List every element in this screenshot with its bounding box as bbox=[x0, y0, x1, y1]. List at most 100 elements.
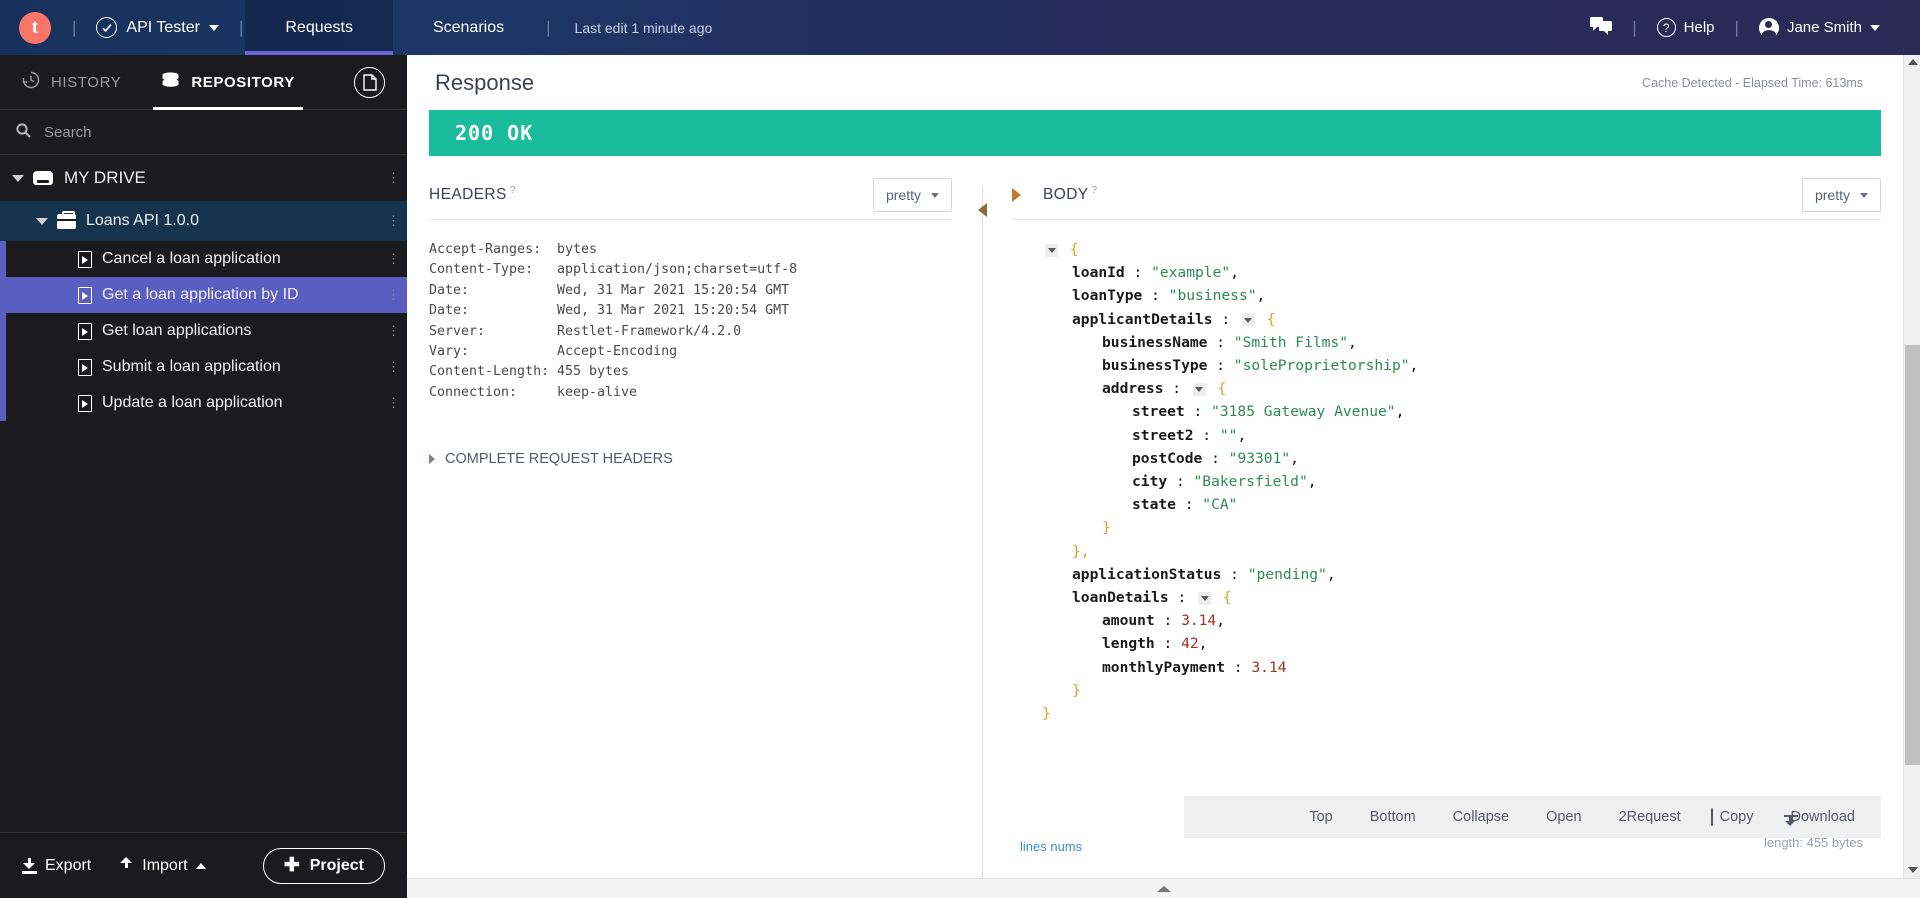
body-toolbar-download-button[interactable]: Download bbox=[1783, 809, 1856, 825]
kebab-menu-icon[interactable]: ⋮ bbox=[387, 324, 400, 337]
tab-requests[interactable]: Requests bbox=[245, 0, 393, 55]
json-token-plain: , bbox=[1230, 264, 1239, 282]
json-collapse-toggle[interactable] bbox=[1045, 243, 1058, 257]
tree-item-label: Get loan applications bbox=[102, 322, 252, 339]
body-toolbar-bottom-button[interactable]: Bottom bbox=[1363, 809, 1416, 825]
scrollbar-thumb[interactable] bbox=[1905, 345, 1920, 765]
lines-nums-toggle[interactable]: lines nums bbox=[1020, 839, 1082, 854]
chevron-down-icon bbox=[1870, 24, 1880, 31]
user-name: Jane Smith bbox=[1786, 19, 1862, 36]
document-icon[interactable] bbox=[354, 67, 385, 98]
kebab-menu-icon[interactable]: ⋮ bbox=[387, 288, 400, 301]
chevron-up-icon[interactable] bbox=[1156, 885, 1171, 892]
import-button[interactable]: Import bbox=[119, 857, 206, 875]
chevron-down-icon bbox=[208, 24, 219, 31]
caret-down-icon[interactable] bbox=[12, 174, 24, 182]
export-button[interactable]: Export bbox=[22, 857, 91, 875]
bottom-strip[interactable] bbox=[407, 878, 1920, 898]
help-button[interactable]: ? Help bbox=[1639, 18, 1733, 37]
collapse-left-icon[interactable] bbox=[977, 203, 987, 217]
app-logo[interactable]: t bbox=[0, 11, 70, 44]
json-token-key: loanDetails bbox=[1072, 589, 1169, 607]
tree-node-project[interactable]: Loans API 1.0.0 ⋮ bbox=[0, 201, 407, 241]
json-line: city : "Bakersfield", bbox=[1012, 470, 1881, 493]
json-line: applicationStatus : "pending", bbox=[1012, 563, 1881, 586]
body-format-select[interactable]: pretty bbox=[1801, 178, 1881, 212]
sidebar-tab-repository[interactable]: REPOSITORY bbox=[153, 55, 303, 110]
chat-bubbles-icon bbox=[1590, 16, 1613, 39]
new-project-button[interactable]: ✚ Project bbox=[262, 847, 385, 884]
panel-collapse-controls bbox=[952, 178, 1012, 898]
user-menu[interactable]: Jane Smith bbox=[1741, 17, 1898, 38]
body-toolbar-open-button[interactable]: Open bbox=[1539, 809, 1581, 825]
kebab-menu-icon[interactable]: ⋮ bbox=[387, 396, 400, 409]
json-line: length : 42, bbox=[1012, 632, 1881, 655]
json-token-brace: }, bbox=[1072, 542, 1090, 560]
complete-request-headers-label: COMPLETE REQUEST HEADERS bbox=[445, 451, 673, 468]
product-selector[interactable]: API Tester bbox=[78, 17, 237, 38]
sidebar: HISTORY REPOSITORY Search MY DRIVE ⋮ Loa… bbox=[0, 55, 407, 898]
body-toolbar-label: Download bbox=[1790, 809, 1856, 825]
json-token-plain: , bbox=[1237, 426, 1247, 444]
kebab-menu-icon[interactable]: ⋮ bbox=[387, 171, 400, 184]
json-collapse-toggle[interactable] bbox=[1241, 313, 1255, 327]
body-toolbar-top-button[interactable]: Top bbox=[1302, 809, 1332, 825]
json-collapse-toggle[interactable] bbox=[1192, 382, 1206, 396]
header-value: 455 bytes bbox=[557, 364, 630, 380]
status-banner: 200 OK bbox=[429, 110, 1881, 156]
body-toolbar-label: Copy bbox=[1719, 809, 1754, 825]
panel-divider-line bbox=[982, 186, 983, 898]
json-token-key: address bbox=[1102, 380, 1164, 398]
chat-button[interactable] bbox=[1572, 16, 1630, 39]
headers-panel-title: HEADERS? bbox=[429, 178, 516, 204]
sidebar-tab-history[interactable]: HISTORY bbox=[0, 55, 121, 110]
header-row: Content-Type: application/json;charset=ut… bbox=[429, 260, 952, 280]
body-toolbar-2request-button[interactable]: 2Request bbox=[1612, 809, 1681, 825]
help-circle-icon[interactable]: ? bbox=[510, 185, 516, 196]
complete-request-headers-toggle[interactable]: COMPLETE REQUEST HEADERS bbox=[429, 451, 952, 467]
help-circle-icon[interactable]: ? bbox=[1092, 185, 1098, 196]
body-toolbar-copy-button[interactable]: Copy bbox=[1710, 808, 1754, 826]
body-label: BODY bbox=[1043, 186, 1089, 204]
tree-node-my-drive[interactable]: MY DRIVE ⋮ bbox=[0, 155, 407, 201]
json-line: } bbox=[1012, 679, 1881, 702]
tree-item-get-a-loan-application-by-id[interactable]: Get a loan application by ID ⋮ bbox=[0, 277, 407, 313]
header-row: Date: Wed, 31 Mar 2021 15:20:54 GMT bbox=[429, 301, 952, 321]
json-token-key: length bbox=[1102, 635, 1155, 653]
json-viewer[interactable]: {loanId : "example", loanType : "business… bbox=[1012, 238, 1881, 725]
tab-scenarios[interactable]: Scenarios bbox=[393, 0, 544, 55]
tree-accent-bar bbox=[0, 313, 6, 349]
vertical-scrollbar[interactable] bbox=[1903, 55, 1920, 898]
tree-item-submit-a-loan-application[interactable]: Submit a loan application ⋮ bbox=[0, 349, 407, 385]
headers-format-select[interactable]: pretty bbox=[872, 178, 952, 212]
body-toolbar-collapse-button[interactable]: Collapse bbox=[1446, 809, 1509, 825]
kebab-menu-icon[interactable]: ⋮ bbox=[387, 360, 400, 373]
json-line: street : "3185 Gateway Avenue", bbox=[1012, 400, 1881, 423]
json-token-plain: , bbox=[1290, 449, 1299, 467]
tree-item-update-a-loan-application[interactable]: Update a loan application ⋮ bbox=[0, 385, 407, 421]
last-edit-status: Last edit 1 minute ago bbox=[574, 19, 713, 36]
header-key: Content-Length: bbox=[429, 364, 550, 380]
divider: | bbox=[1632, 17, 1637, 37]
expand-right-icon[interactable] bbox=[1012, 188, 1021, 202]
json-token-brace: { bbox=[1208, 380, 1227, 398]
json-line: businessName : "Smith Films", bbox=[1012, 331, 1881, 354]
body-panel: BODY? pretty {loanId : "example", loanTyp… bbox=[1012, 178, 1903, 868]
scroll-up-icon[interactable] bbox=[1908, 59, 1918, 65]
header-value: Wed, 31 Mar 2021 15:20:54 GMT bbox=[557, 303, 790, 319]
caret-down-icon[interactable] bbox=[36, 217, 48, 225]
search-input[interactable]: Search bbox=[0, 110, 407, 155]
tree-item-get-loan-applications[interactable]: Get loan applications ⋮ bbox=[0, 313, 407, 349]
kebab-menu-icon[interactable]: ⋮ bbox=[387, 252, 400, 265]
database-icon bbox=[161, 72, 180, 92]
json-token-str: "3185 Gateway Avenue" bbox=[1211, 403, 1396, 421]
tree-item-cancel-a-loan-application[interactable]: Cancel a loan application ⋮ bbox=[0, 241, 407, 277]
kebab-menu-icon[interactable]: ⋮ bbox=[387, 214, 400, 227]
question-mark-icon: ? bbox=[1656, 18, 1676, 37]
json-token-plain: : bbox=[1202, 449, 1229, 467]
top-bar: t | API Tester | Requests Scenarios | La… bbox=[0, 0, 1920, 55]
request-file-icon bbox=[78, 322, 92, 340]
scroll-down-icon[interactable] bbox=[1908, 867, 1918, 873]
sidebar-tab-history-label: HISTORY bbox=[51, 73, 122, 91]
json-collapse-toggle[interactable] bbox=[1198, 591, 1212, 605]
